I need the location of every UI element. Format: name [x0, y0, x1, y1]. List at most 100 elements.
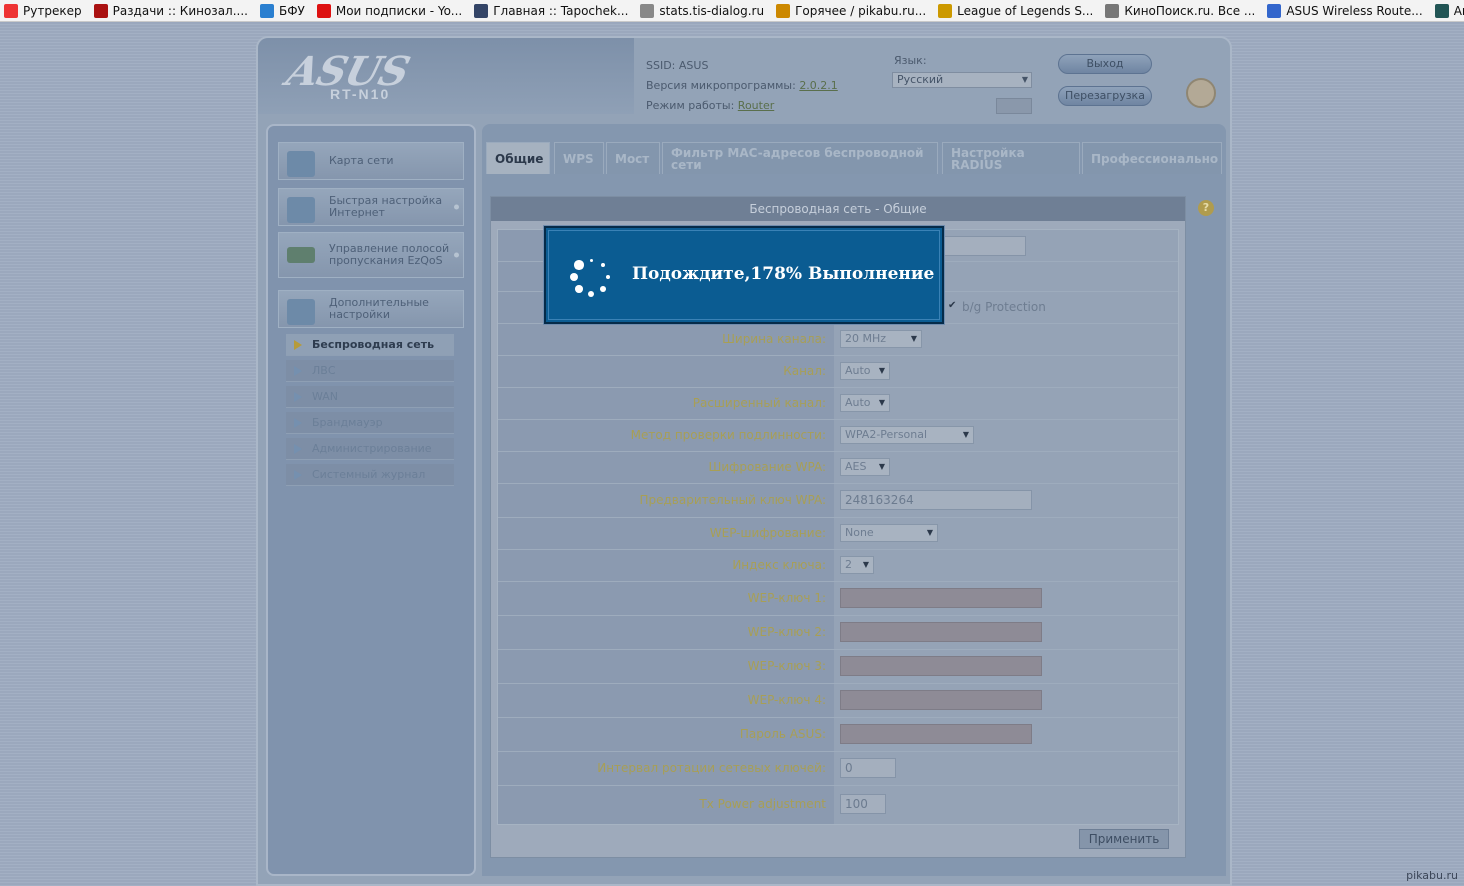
wand-icon	[287, 197, 315, 223]
form-row-wpa-key: Предварительный ключ WPA: 248163264	[498, 484, 1178, 518]
progress-dialog: Подождите,178% Выполнение	[544, 226, 944, 324]
wep-encryption-select[interactable]: None ▼	[840, 524, 938, 542]
ssid-input[interactable]	[930, 236, 1026, 256]
submenu-wireless[interactable]: Беспроводная сеть	[286, 334, 454, 356]
submenu-label: WAN	[312, 390, 339, 403]
bookmark-item[interactable]: БФУ	[259, 3, 305, 18]
arrow-icon	[294, 392, 302, 402]
bookmark-item[interactable]: Рутрекер	[4, 3, 82, 18]
bookmark-item[interactable]: Главная :: Tapochek...	[474, 3, 628, 18]
submenu-lan[interactable]: ЛВС	[286, 360, 454, 382]
reboot-button[interactable]: Перезагрузка	[1058, 86, 1152, 106]
bookmark-item[interactable]: Мои подписки - Yo...	[316, 3, 462, 18]
wep-key3-input[interactable]	[840, 656, 1042, 676]
help-icon[interactable]: ?	[1198, 200, 1214, 216]
tx-power-input[interactable]: 100	[840, 794, 886, 814]
select-value: None	[845, 526, 874, 539]
tab-wps[interactable]: WPS	[554, 142, 604, 174]
key-rotation-input[interactable]: 0	[840, 758, 896, 778]
chevron-down-icon: ▼	[926, 528, 933, 537]
value-cell: 100	[834, 786, 1178, 824]
form-row-wep-key3: WEP-ключ 3:	[498, 650, 1178, 684]
tab-professional[interactable]: Профессионально	[1082, 142, 1222, 174]
wpa-encryption-select[interactable]: AES ▼	[840, 458, 890, 476]
bookmark-item[interactable]: ASUS Wireless Route...	[1267, 3, 1423, 18]
value-cell: 248163264	[834, 484, 1178, 517]
tab-bridge[interactable]: Мост	[606, 142, 660, 174]
tab-mac-filter[interactable]: Фильтр MAC-адресов беспроводной сети	[662, 142, 938, 174]
menu-ezqos[interactable]: Управление полосой пропускания EzQoS	[278, 232, 464, 278]
bookmark-favicon-icon	[474, 3, 489, 18]
language-value: Русский	[897, 73, 944, 86]
ext-channel-select[interactable]: Auto ▼	[840, 394, 890, 412]
submenu-firewall[interactable]: Брандмауэр	[286, 412, 454, 434]
spinner-dot	[589, 258, 593, 262]
robot-icon	[1186, 78, 1216, 108]
form-row-key-index: Индекс ключа: 2 ▼	[498, 550, 1178, 582]
logout-button[interactable]: Выход	[1058, 54, 1152, 74]
submenu-administration[interactable]: Администрирование	[286, 438, 454, 460]
apply-button[interactable]: Применить	[1079, 829, 1169, 849]
wep-key2-input[interactable]	[840, 622, 1042, 642]
chevron-down-icon: ▼	[910, 334, 917, 343]
form-row-wep-key1: WEP-ключ 1:	[498, 582, 1178, 616]
bookmark-item[interactable]: Anidub Смотреть А...	[1434, 3, 1464, 18]
value-cell: Auto ▼	[834, 388, 1178, 419]
menu-advanced[interactable]: Дополнительные настройки	[278, 290, 464, 328]
ssid-label: SSID:	[646, 59, 676, 72]
checkbox-icon[interactable]: ✔	[948, 300, 956, 311]
chevron-down-icon: ▼	[862, 560, 869, 569]
sidebar: Карта сети Быстрая настройка Интернет Уп…	[266, 124, 476, 876]
menu-label: Быстрая настройка Интернет	[329, 194, 443, 219]
value-cell: AES ▼	[834, 452, 1178, 483]
spinner-dot	[575, 285, 583, 293]
auth-method-select[interactable]: WPA2-Personal ▼	[840, 426, 974, 444]
bookmark-favicon-icon	[1105, 3, 1120, 18]
bookmark-item[interactable]: Раздачи :: Кинозал....	[93, 3, 248, 18]
watermark: pikabu.ru	[1406, 869, 1458, 882]
chevron-down-icon: ▼	[878, 366, 885, 375]
bookmark-item[interactable]: League of Legends S...	[938, 3, 1093, 18]
wpa-key-input[interactable]: 248163264	[840, 490, 1032, 510]
arrow-icon	[294, 418, 302, 428]
bookmark-favicon-icon	[938, 3, 953, 18]
field-label: Интервал ротации сетевых ключей:	[597, 761, 826, 775]
channel-width-select[interactable]: 20 MHz ▼	[840, 330, 922, 348]
bookmark-item[interactable]: Горячее / pikabu.ru...	[776, 3, 926, 18]
model-name: RT-N10	[330, 86, 391, 102]
submenu-label: ЛВС	[312, 364, 336, 377]
select-value: AES	[845, 460, 867, 473]
bookmark-label: КиноПоиск.ru. Все ...	[1124, 3, 1256, 18]
field-label: Расширенный канал:	[692, 396, 826, 410]
bookmark-item[interactable]: КиноПоиск.ru. Все ...	[1105, 3, 1256, 18]
submenu-syslog[interactable]: Системный журнал	[286, 464, 454, 486]
spinner-dot	[569, 272, 579, 282]
channel-select[interactable]: Auto ▼	[840, 362, 890, 380]
asus-password-input[interactable]	[840, 724, 1032, 744]
key-index-select[interactable]: 2 ▼	[840, 556, 874, 574]
bookmark-label: ASUS Wireless Route...	[1286, 3, 1423, 18]
mode-link[interactable]: Router	[738, 99, 774, 112]
language-apply-button[interactable]	[996, 98, 1032, 114]
chevron-down-icon: ▼	[962, 430, 969, 439]
bookmark-item[interactable]: stats.tis-dialog.ru	[640, 3, 764, 18]
tab-radius[interactable]: Настройка RADIUS	[942, 142, 1080, 174]
router-info: SSID: ASUS Версия микропрограммы: 2.0.2.…	[646, 56, 838, 116]
progress-text: Подождите,178% Выполнение	[632, 264, 935, 284]
protection-label: b/g Protection	[962, 300, 1046, 314]
tab-general[interactable]: Общие	[486, 142, 550, 174]
menu-label: Карта сети	[329, 154, 394, 167]
field-label: Пароль ASUS:	[739, 727, 826, 741]
submenu-wan[interactable]: WAN	[286, 386, 454, 408]
wep-key1-input[interactable]	[840, 588, 1042, 608]
language-select[interactable]: Русский ▼	[892, 72, 1032, 88]
arrow-icon	[294, 340, 302, 350]
select-value: 20 MHz	[845, 332, 887, 345]
value-cell: WPA2-Personal ▼	[834, 420, 1178, 451]
wep-key4-input[interactable]	[840, 690, 1042, 710]
menu-network-map[interactable]: Карта сети	[278, 142, 464, 180]
firmware-link[interactable]: 2.0.2.1	[799, 79, 837, 92]
spinner-dot	[574, 260, 584, 270]
bookmark-favicon-icon	[1267, 3, 1282, 18]
menu-quick-setup[interactable]: Быстрая настройка Интернет	[278, 188, 464, 226]
